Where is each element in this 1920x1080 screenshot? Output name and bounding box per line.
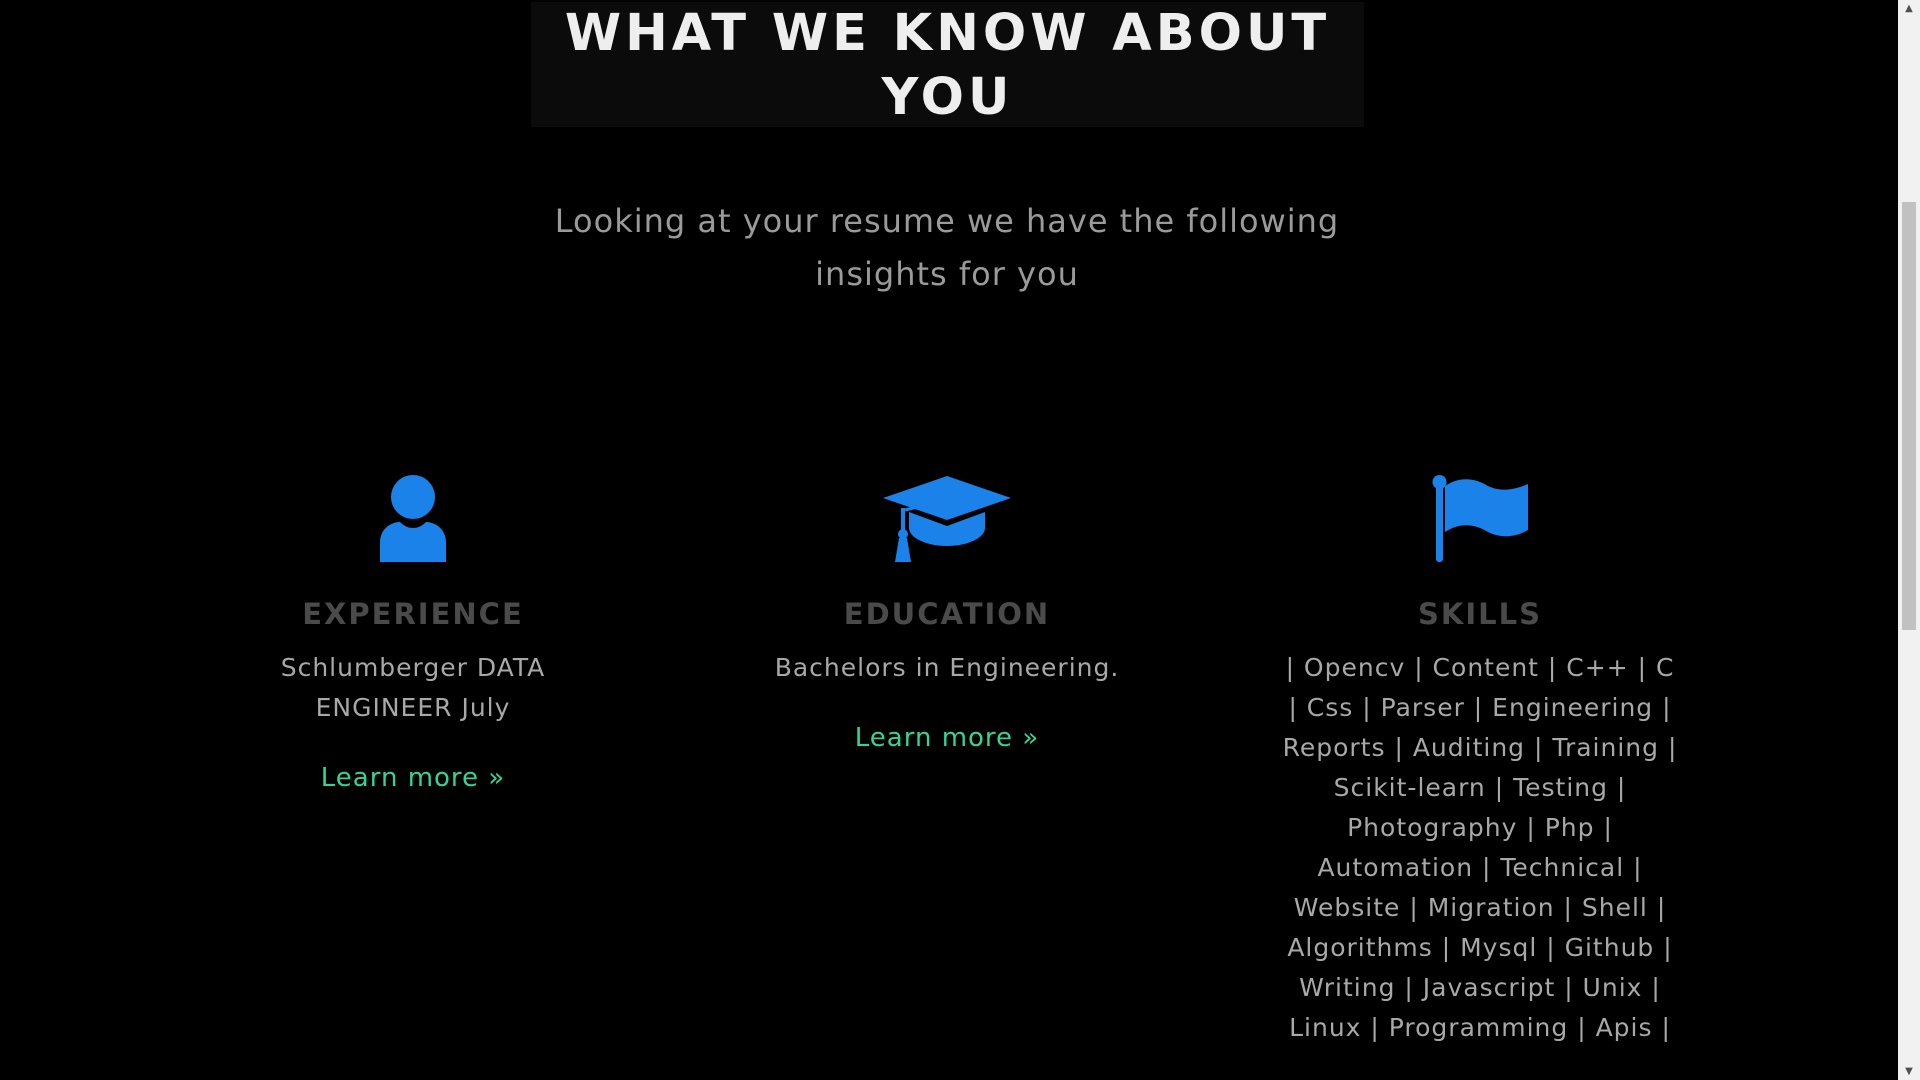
scroll-up-arrow-icon[interactable]: ▲ [1898, 0, 1920, 17]
scroll-down-arrow-icon[interactable]: ▼ [1898, 1063, 1920, 1080]
experience-text: Schlumberger DATA ENGINEER July [280, 653, 546, 722]
education-learn-more-link[interactable]: Learn more » [855, 720, 1039, 756]
skills-card: SKILLS | Opencv | Content | C++ | C | Cs… [1250, 470, 1710, 1048]
education-heading: EDUCATION [843, 597, 1051, 631]
section-title: WHAT WE KNOW ABOUT YOU [564, 4, 1331, 127]
title-banner: WHAT WE KNOW ABOUT YOU [531, 2, 1364, 127]
education-text: Bachelors in Engineering. [774, 653, 1120, 682]
user-icon [183, 470, 643, 562]
scrollbar-thumb[interactable] [1902, 202, 1916, 630]
experience-heading: EXPERIENCE [302, 597, 524, 631]
skills-list: | Opencv | Content | C++ | C | Css | Par… [1282, 653, 1678, 1042]
experience-card: EXPERIENCE Schlumberger DATA ENGINEER Ju… [183, 470, 643, 796]
vertical-scrollbar[interactable]: ▲ ▼ [1898, 0, 1920, 1080]
experience-learn-more-link[interactable]: Learn more » [321, 760, 505, 796]
flag-icon [1250, 470, 1710, 562]
graduation-cap-icon [717, 470, 1177, 562]
education-card: EDUCATION Bachelors in Engineering. Lear… [717, 470, 1177, 756]
skills-heading: SKILLS [1418, 597, 1542, 631]
page: WHAT WE KNOW ABOUT YOU Looking at your r… [0, 0, 1920, 1080]
section-subtitle: Looking at your resume we have the follo… [554, 202, 1340, 293]
